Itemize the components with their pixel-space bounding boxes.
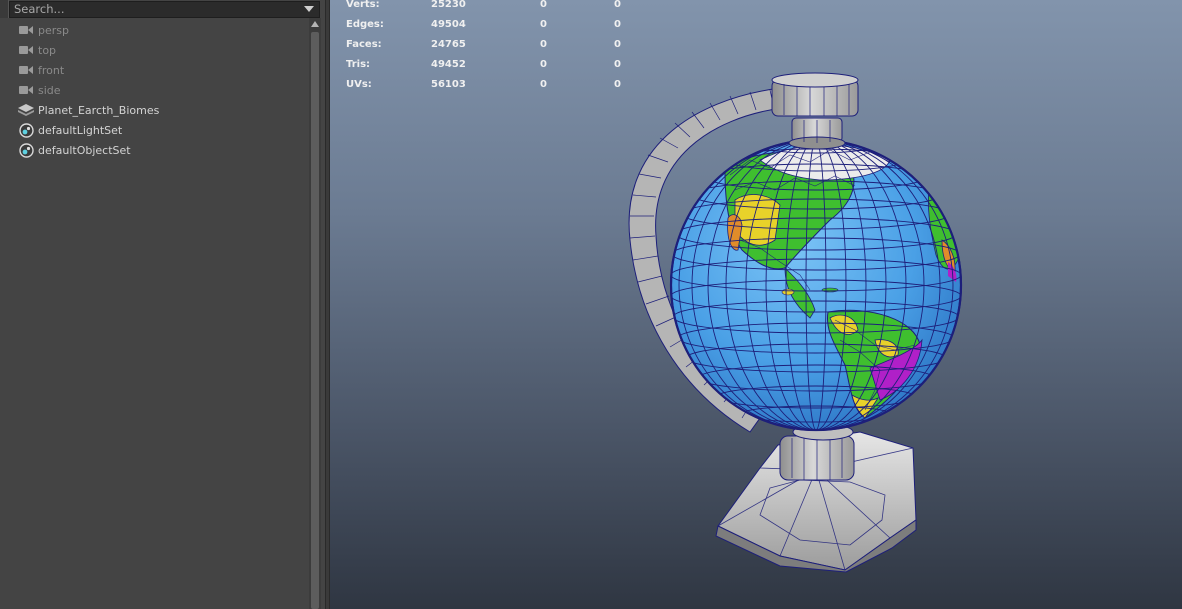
outliner-item-label: Planet_Earcth_Biomes bbox=[38, 103, 160, 117]
panel-grip[interactable] bbox=[0, 0, 9, 18]
globe-sphere bbox=[669, 138, 963, 432]
outliner-search-row bbox=[0, 0, 320, 18]
globe-model[interactable] bbox=[330, 0, 1182, 609]
camera-icon bbox=[18, 22, 34, 38]
outliner-item-label: persp bbox=[38, 23, 69, 37]
3d-viewport[interactable]: Verts: 25230 0 0 Edges: 49504 0 0 Faces:… bbox=[330, 0, 1182, 609]
outliner-item-label: defaultLightSet bbox=[38, 123, 123, 137]
outliner-item-planet-earth-biomes[interactable]: Planet_Earcth_Biomes bbox=[0, 100, 308, 120]
outliner-item-front[interactable]: front bbox=[0, 60, 308, 80]
outliner-item-persp[interactable]: persp bbox=[0, 20, 308, 40]
outliner-item-label: top bbox=[38, 43, 57, 57]
set-icon bbox=[18, 142, 34, 158]
camera-icon bbox=[18, 82, 34, 98]
outliner-scrollbar[interactable] bbox=[309, 18, 321, 609]
outliner-item-default-object-set[interactable]: defaultObjectSet bbox=[0, 140, 308, 160]
outliner-panel: persp top front side bbox=[0, 0, 329, 609]
outliner-item-top[interactable]: top bbox=[0, 40, 308, 60]
maya-window: persp top front side bbox=[0, 0, 1182, 609]
camera-icon bbox=[18, 62, 34, 78]
outliner-list: persp top front side Planet_Earcth_Biome… bbox=[0, 20, 308, 160]
outliner-item-label: side bbox=[38, 83, 61, 97]
group-icon bbox=[18, 102, 34, 118]
outliner-search-input[interactable] bbox=[9, 0, 320, 18]
search-options-chevron-icon[interactable] bbox=[304, 6, 314, 12]
scroll-up-arrow-icon[interactable] bbox=[311, 21, 319, 27]
camera-icon bbox=[18, 42, 34, 58]
globe-base bbox=[715, 423, 917, 573]
outliner-item-side[interactable]: side bbox=[0, 80, 308, 100]
outliner-item-label: defaultObjectSet bbox=[38, 143, 131, 157]
outliner-item-default-light-set[interactable]: defaultLightSet bbox=[0, 120, 308, 140]
set-icon bbox=[18, 122, 34, 138]
outliner-item-label: front bbox=[38, 63, 65, 77]
globe-top-cap bbox=[771, 72, 859, 150]
scrollbar-thumb[interactable] bbox=[311, 32, 319, 609]
